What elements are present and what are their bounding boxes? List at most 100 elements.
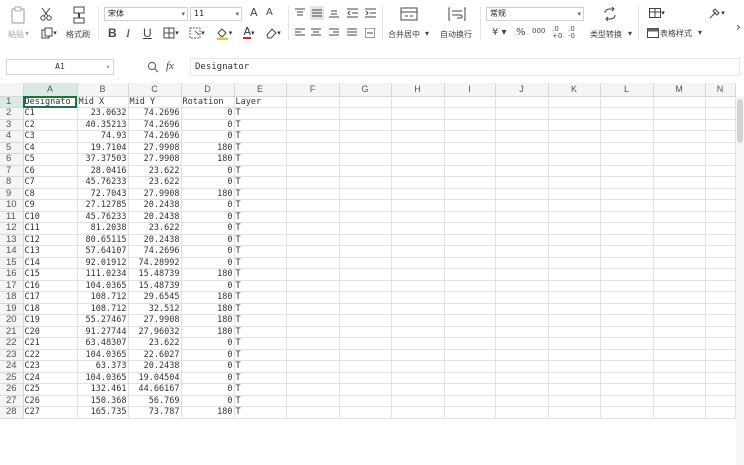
cell-i19[interactable] <box>444 303 496 315</box>
cell-f15[interactable] <box>286 257 340 269</box>
cell-g16[interactable] <box>339 268 392 281</box>
cell-i12[interactable] <box>444 222 496 235</box>
merge-center-button[interactable] <box>398 5 420 23</box>
cell-l28[interactable] <box>600 406 654 419</box>
cell-d11[interactable]: 0 <box>181 211 235 223</box>
cell-e6[interactable]: T <box>234 153 287 166</box>
cell-j20[interactable] <box>495 314 549 327</box>
cell-m19[interactable] <box>653 303 706 315</box>
cell-g13[interactable] <box>339 234 392 246</box>
cell-h21[interactable] <box>391 326 445 338</box>
cell-a24[interactable]: C23 <box>23 360 78 373</box>
cell-b24[interactable]: 63.373 <box>77 360 129 373</box>
percent-button[interactable]: % <box>516 27 526 38</box>
cell-g4[interactable] <box>339 130 392 143</box>
cell-e25[interactable]: T <box>234 372 287 384</box>
cell-d10[interactable]: 0 <box>181 199 235 212</box>
currency-button[interactable]: ¥ ▾ <box>492 27 507 38</box>
cell-n18[interactable] <box>705 291 736 304</box>
cell-f23[interactable] <box>286 349 340 361</box>
cell-c2[interactable]: 74.2696 <box>128 107 182 120</box>
cell-n6[interactable] <box>705 153 736 166</box>
cell-i5[interactable] <box>444 142 496 154</box>
cell-c16[interactable]: 15.48739 <box>128 268 182 281</box>
row-header[interactable]: 2 <box>0 107 24 120</box>
cell-c18[interactable]: 29.6545 <box>128 291 182 304</box>
cell-f8[interactable] <box>286 176 340 189</box>
cell-m17[interactable] <box>653 280 706 292</box>
cell-h16[interactable] <box>391 268 445 281</box>
cell-l26[interactable] <box>600 383 654 396</box>
cell-k26[interactable] <box>548 383 601 396</box>
cell-c22[interactable]: 23.622 <box>128 337 182 350</box>
cell-j6[interactable] <box>495 153 549 166</box>
cell-a19[interactable]: C18 <box>23 303 78 315</box>
cell-k24[interactable] <box>548 360 601 373</box>
cell-l6[interactable] <box>600 153 654 166</box>
cell-e22[interactable]: T <box>234 337 287 350</box>
column-header-b[interactable]: B <box>77 83 129 97</box>
cell-n25[interactable] <box>705 372 736 384</box>
cell-g7[interactable] <box>339 165 392 177</box>
cell-m6[interactable] <box>653 153 706 166</box>
cell-l25[interactable] <box>600 372 654 384</box>
cell-l17[interactable] <box>600 280 654 292</box>
cell-c13[interactable]: 20.2438 <box>128 234 182 246</box>
cell-j27[interactable] <box>495 395 549 407</box>
cell-n3[interactable] <box>705 119 736 131</box>
cell-k17[interactable] <box>548 280 601 292</box>
column-header-e[interactable]: E <box>234 83 287 97</box>
cell-l12[interactable] <box>600 222 654 235</box>
copy-button[interactable]: ▾ <box>38 26 60 40</box>
cell-k20[interactable] <box>548 314 601 327</box>
cell-c17[interactable]: 15.48739 <box>128 280 182 292</box>
cell-b21[interactable]: 91.27744 <box>77 326 129 338</box>
cell-h7[interactable] <box>391 165 445 177</box>
cell-c10[interactable]: 20.2438 <box>128 199 182 212</box>
cell-d28[interactable]: 180 <box>181 406 235 419</box>
cell-b5[interactable]: 19.7104 <box>77 142 129 154</box>
cell-m14[interactable] <box>653 245 706 258</box>
cell-n13[interactable] <box>705 234 736 246</box>
cell-f19[interactable] <box>286 303 340 315</box>
cell-m15[interactable] <box>653 257 706 269</box>
cell-g8[interactable] <box>339 176 392 189</box>
decrease-indent-button[interactable] <box>346 7 358 19</box>
cell-g19[interactable] <box>339 303 392 315</box>
cell-j26[interactable] <box>495 383 549 396</box>
cell-g18[interactable] <box>339 291 392 304</box>
cell-b15[interactable]: 92.01912 <box>77 257 129 269</box>
cell-b4[interactable]: 74.93 <box>77 130 129 143</box>
cell-d4[interactable]: 0 <box>181 130 235 143</box>
cell-c1[interactable]: Mid Y <box>128 96 182 108</box>
cell-k4[interactable] <box>548 130 601 143</box>
cell-l1[interactable] <box>600 96 654 108</box>
select-all-corner[interactable] <box>0 83 24 97</box>
cell-k3[interactable] <box>548 119 601 131</box>
wrap-text-button[interactable] <box>446 5 468 23</box>
cell-c7[interactable]: 23.622 <box>128 165 182 177</box>
zoom-function-button[interactable] <box>146 60 160 74</box>
row-header[interactable]: 17 <box>0 280 24 292</box>
cell-j9[interactable] <box>495 188 549 200</box>
cell-a17[interactable]: C16 <box>23 280 78 292</box>
format-painter-button[interactable] <box>70 5 88 25</box>
cell-f24[interactable] <box>286 360 340 373</box>
column-header-d[interactable]: D <box>181 83 235 97</box>
cell-c3[interactable]: 74.2696 <box>128 119 182 131</box>
cell-e15[interactable]: T <box>234 257 287 269</box>
cell-b8[interactable]: 45.76233 <box>77 176 129 189</box>
cell-d12[interactable]: 0 <box>181 222 235 235</box>
cell-g11[interactable] <box>339 211 392 223</box>
cell-l3[interactable] <box>600 119 654 131</box>
cell-g27[interactable] <box>339 395 392 407</box>
decrease-decimal-button[interactable]: .0 -0 <box>568 26 575 40</box>
cell-i24[interactable] <box>444 360 496 373</box>
cell-f2[interactable] <box>286 107 340 120</box>
cell-h11[interactable] <box>391 211 445 223</box>
cell-f3[interactable] <box>286 119 340 131</box>
cell-a16[interactable]: C15 <box>23 268 78 281</box>
column-header-l[interactable]: L <box>600 83 654 97</box>
cell-f6[interactable] <box>286 153 340 166</box>
cell-e26[interactable]: T <box>234 383 287 396</box>
